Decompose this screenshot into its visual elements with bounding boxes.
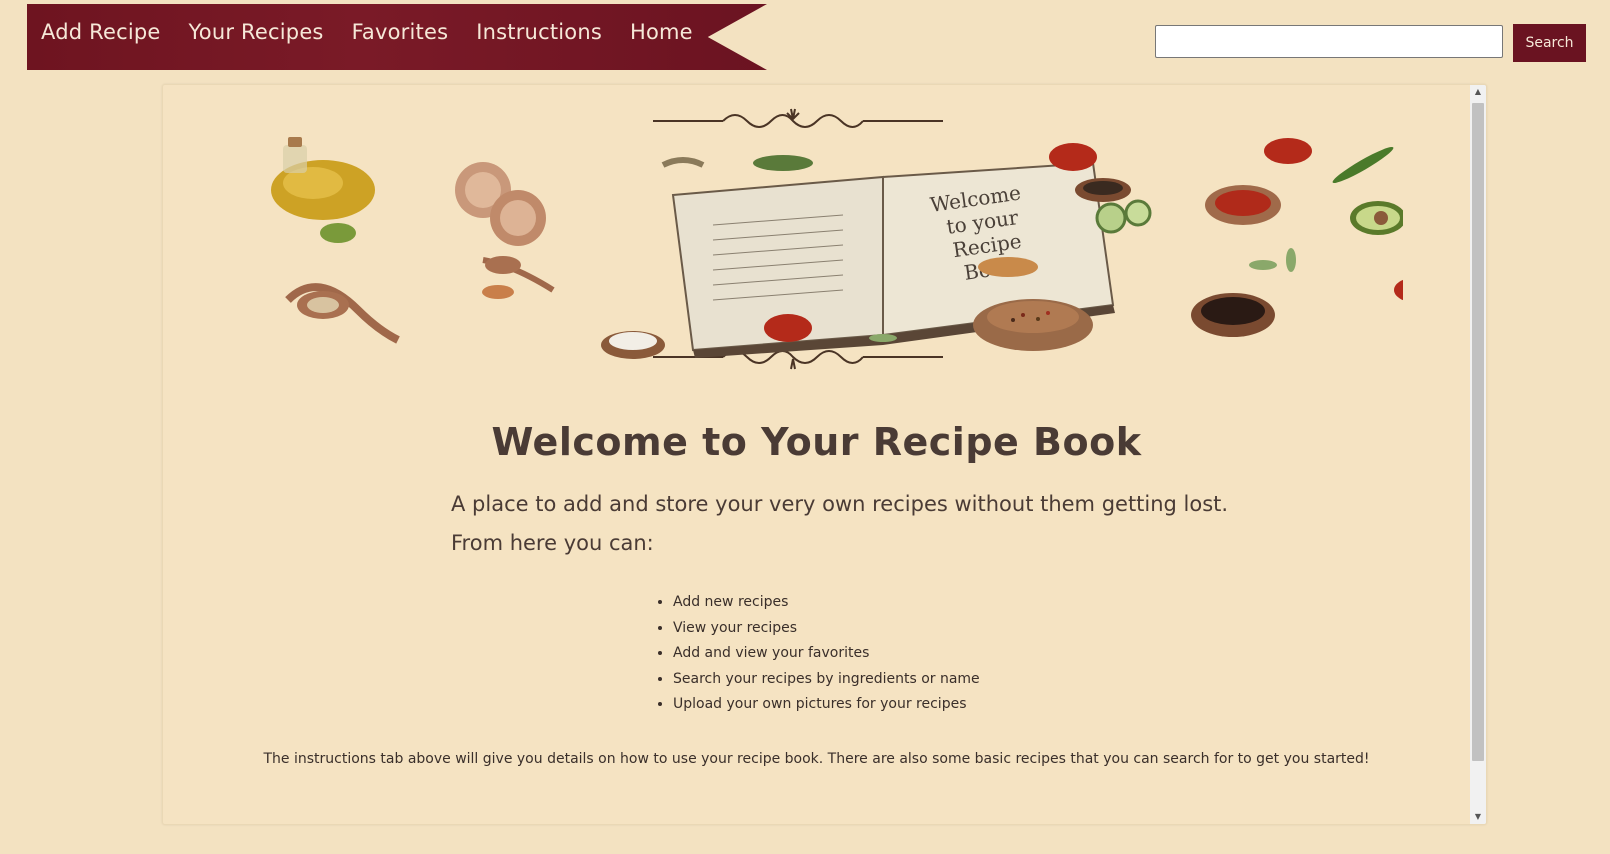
feature-item: Upload your own pictures for your recipe… [673, 692, 980, 718]
nav-instructions[interactable]: Instructions [476, 20, 602, 44]
oil-bottle-image [271, 137, 375, 243]
onions-image [455, 162, 546, 246]
nav-favorites[interactable]: Favorites [352, 20, 449, 44]
hero-illustration: Welcome to your Recipe Book [271, 108, 1403, 370]
footer-note: The instructions tab above will give you… [263, 751, 1370, 767]
feature-item: Add and view your favorites [673, 641, 980, 667]
scroll-thumb[interactable] [1472, 103, 1484, 761]
avocado-image [1350, 201, 1403, 235]
search-input[interactable] [1155, 25, 1503, 58]
intro-line-2: From here you can: [451, 531, 654, 555]
main-nav: Add Recipe Your Recipes Favorites Instru… [41, 20, 693, 44]
nav-your-recipes[interactable]: Your Recipes [189, 20, 324, 44]
intro-line-1: A place to add and store your very own r… [451, 492, 1229, 516]
feature-item: Search your recipes by ingredients or na… [673, 667, 980, 693]
cucumber-image [1095, 199, 1152, 234]
search-button[interactable]: Search [1513, 24, 1586, 62]
feature-list: Add new recipes View your recipes Add an… [653, 590, 980, 718]
wooden-spoons-image [285, 256, 555, 344]
scroll-down-arrow-icon[interactable]: ▼ [1470, 810, 1486, 824]
nav-home[interactable]: Home [630, 20, 693, 44]
feature-item: View your recipes [673, 616, 980, 642]
feature-item: Add new recipes [673, 590, 980, 616]
top-ornament [653, 108, 943, 128]
spice-bowl-image [973, 299, 1093, 351]
scrollbar[interactable]: ▲ ▼ [1470, 85, 1486, 824]
main-panel: Welcome to your Recipe Book [162, 84, 1487, 825]
page-title: Welcome to Your Recipe Book [491, 420, 1142, 465]
salt-bowl-image [601, 331, 665, 359]
scroll-up-arrow-icon[interactable]: ▲ [1470, 85, 1486, 99]
intro-text: A place to add and store your very own r… [451, 485, 1228, 563]
nav-add-recipe[interactable]: Add Recipe [41, 20, 161, 44]
